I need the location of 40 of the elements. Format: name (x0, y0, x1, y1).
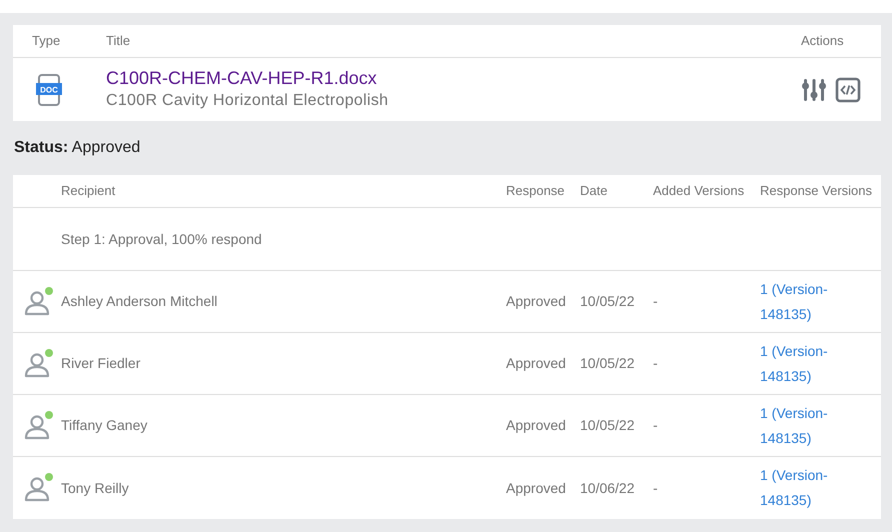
user-icon (23, 350, 51, 378)
user-icon (23, 288, 51, 316)
status-value: Approved (72, 139, 140, 156)
date-text: 10/05/22 (580, 354, 636, 373)
recipient-name: Tiffany Ganey (61, 416, 148, 435)
response-text: Approved (506, 478, 567, 498)
document-description: C100R Cavity Horizontal Electropolish (106, 90, 388, 110)
response-text: Approved (506, 354, 567, 373)
version-link[interactable]: 1 (Version-148135) (760, 400, 840, 450)
step-label: Step 1: Approval, 100% respond (61, 230, 263, 249)
column-header: Type (31, 32, 62, 50)
version-link[interactable]: 1 (Version-148135) (760, 276, 840, 326)
column-header: Date (580, 182, 608, 200)
document-icon: DOC (35, 74, 63, 106)
column-header: Added Versions (653, 182, 746, 200)
file-name-link[interactable]: C100R-CHEM-CAV-HEP-R1.docx (106, 66, 377, 88)
user-icon (23, 475, 51, 503)
added-versions-text: - (653, 292, 659, 311)
response-text: Approved (506, 292, 567, 311)
version-link[interactable]: 1 (Version-148135) (760, 338, 840, 388)
recipient-name: Ashley Anderson Mitchell (61, 292, 218, 311)
added-versions-text: - (653, 478, 659, 498)
version-link[interactable]: 1 (Version-148135) (760, 463, 840, 513)
column-header: Title (106, 32, 132, 50)
code-icon[interactable] (835, 76, 861, 102)
response-text: Approved (506, 416, 567, 435)
recipient-name: River Fiedler (61, 354, 142, 373)
user-icon (23, 412, 51, 440)
date-text: 10/05/22 (580, 292, 636, 311)
added-versions-text: - (653, 354, 659, 373)
date-text: 10/06/22 (580, 478, 636, 498)
date-text: 10/05/22 (580, 416, 636, 435)
column-header: Response Versions (760, 182, 874, 200)
column-header: Response (506, 182, 566, 200)
column-header: Actions (801, 32, 845, 50)
sliders-icon[interactable] (801, 76, 827, 102)
added-versions-text: - (653, 416, 659, 435)
column-header: Recipient (61, 182, 116, 200)
recipient-name: Tony Reilly (61, 478, 130, 498)
status-label: Status: (14, 139, 68, 156)
